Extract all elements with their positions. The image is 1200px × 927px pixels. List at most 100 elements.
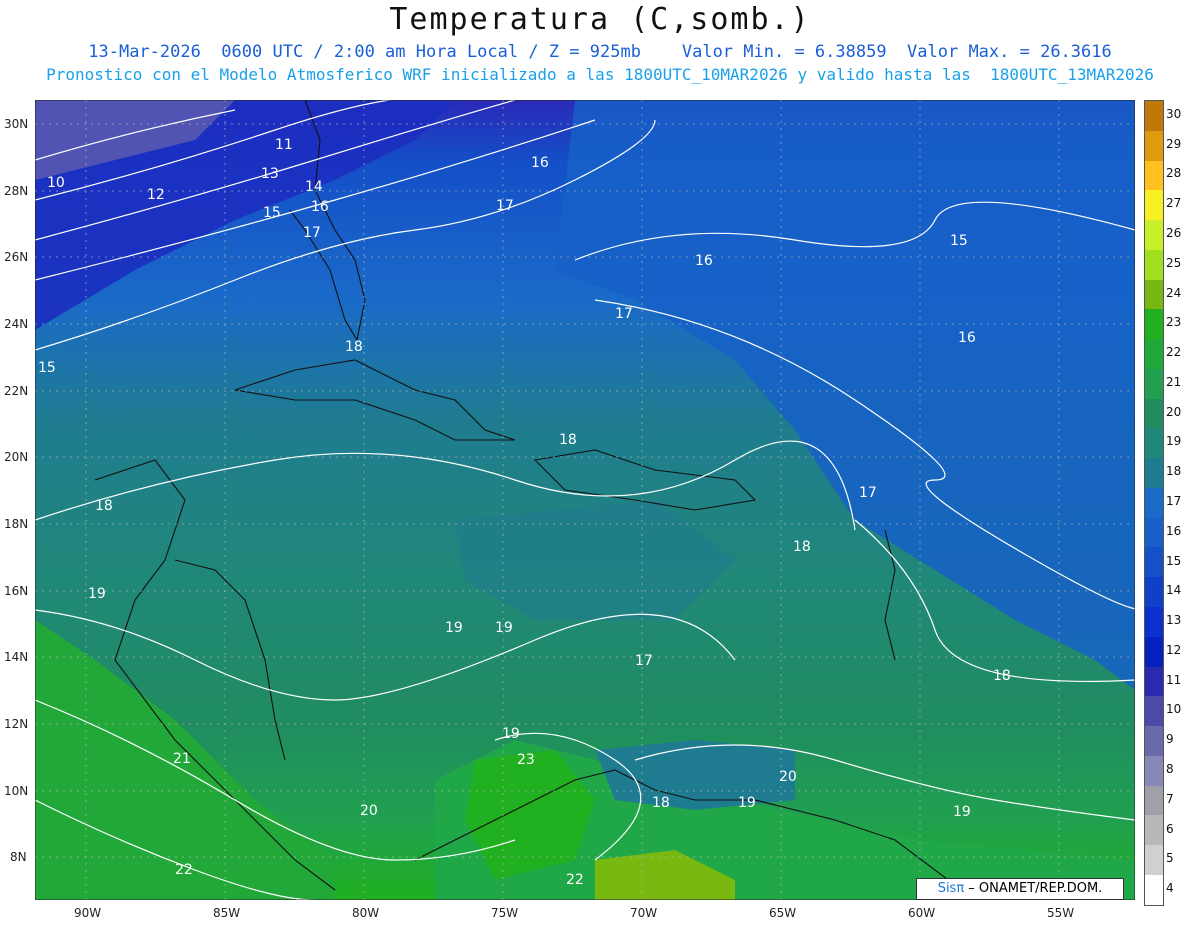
colorbar-swatch [1145,755,1163,786]
colorbar-level-label: 18 [1166,464,1182,479]
lat-label: 20N [4,450,29,464]
lon-label: 55W [1047,906,1075,920]
contour-label: 13 [261,166,279,182]
colorbar-swatch [1145,279,1163,310]
colorbar-swatch [1145,517,1163,548]
colorbar-level-label: 17 [1166,494,1182,508]
colorbar-level-label: 5 [1166,851,1174,866]
colorbar-swatch [1145,815,1163,846]
colorbar-level-label: 27 [1166,196,1182,211]
colorbar-level-label: 30 [1166,106,1182,121]
colorbar-swatch [1145,547,1163,578]
map-title: Temperatura (C,somb.) [389,2,811,37]
temperature-map: 10 11 12 13 14 15 16 17 15 16 17 16 15 1… [35,100,1135,900]
colorbar-level-label: 6 [1166,821,1174,836]
colorbar-level-label: 13 [1166,613,1182,628]
contour-label: 16 [311,199,329,215]
contour-label: 16 [695,253,713,269]
colorbar-level-label: 14 [1166,583,1182,598]
lon-label: 60W [908,906,936,920]
colorbar-level-label: 20 [1166,404,1182,419]
lat-label: 30N [4,117,29,131]
sis-logo-text: Sisπ [937,881,965,896]
contour-label: 18 [559,432,577,448]
lat-label: 28N [4,184,29,198]
contour-label: 15 [263,205,281,221]
contour-label: 17 [635,653,653,669]
colorbar-level-label: 16 [1166,523,1182,538]
contour-label: 23 [517,752,535,768]
subtitle-valid-time: 13-Mar-2026 0600 UTC / 2:00 am Hora Loca… [88,42,1112,62]
lat-label: 16N [4,584,29,598]
contour-label: 17 [496,198,514,214]
contour-label: 18 [652,795,670,811]
colorbar-swatch [1145,398,1163,429]
colorbar-swatch [1145,666,1163,697]
colorbar-level-label: 25 [1166,255,1182,270]
colorbar-swatch [1145,309,1163,340]
lon-label: 80W [352,906,380,920]
colorbar-labels: 30 29 28 27 26 25 24 23 22 21 20 19 18 17 16 15 14 13 12 11… [1166,100,1200,904]
lat-label: 8N [10,850,27,864]
contour-label: 19 [445,620,463,636]
colorbar-swatch [1145,160,1163,191]
contour-label: 15 [38,360,56,376]
colorbar-swatch [1145,487,1163,518]
colorbar-level-label: 7 [1166,791,1174,806]
colorbar-level-label: 8 [1166,762,1174,776]
colorbar-swatch [1145,696,1163,727]
contour-label: 17 [615,306,633,322]
lat-label: 18N [4,517,29,531]
contour-label: 20 [779,769,797,785]
contour-label: 19 [88,586,106,602]
lat-label: 14N [4,650,29,664]
colorbar-swatch [1145,368,1163,399]
lon-label: 70W [630,906,658,920]
contour-label: 19 [495,620,513,636]
lat-label: 22N [4,384,29,398]
colorbar-level-label: 23 [1166,315,1182,330]
contour-label: 10 [47,175,65,191]
contour-label: 19 [502,726,520,742]
contour-label: 21 [173,751,191,767]
lon-label: 75W [491,906,519,920]
contour-label: 20 [360,803,378,819]
contour-label: 15 [950,233,968,249]
credit-text: – ONAMET/REP.DOM. [964,881,1103,896]
colorbar-swatch [1145,726,1163,756]
contour-label: 17 [303,225,321,241]
contour-label: 11 [275,137,293,153]
subtitle-model-info: Pronostico con el Modelo Atmosferico WRF… [46,65,1154,84]
colorbar-swatch [1145,845,1163,875]
credit-logo: Sisπ – ONAMET/REP.DOM. [916,878,1124,900]
colorbar-swatch [1145,130,1163,161]
colorbar-swatch [1145,785,1163,816]
colorbar-swatch [1145,577,1163,608]
colorbar-level-label: 11 [1166,672,1182,687]
lon-label: 90W [74,906,102,920]
contour-label: 17 [859,485,877,501]
contour-label: 22 [175,862,193,878]
contour-label: 16 [531,155,549,171]
contour-label: 18 [793,539,811,555]
contour-label: 22 [566,872,584,888]
contour-label: 18 [95,498,113,514]
colorbar-swatch [1145,190,1163,221]
lat-label: 24N [4,317,29,331]
colorbar-level-label: 29 [1166,136,1182,151]
lon-label: 85W [213,906,241,920]
colorbar-swatch [1145,874,1163,905]
contour-label: 19 [738,795,756,811]
contour-label: 18 [345,339,363,355]
contour-label: 18 [993,668,1011,684]
colorbar-swatch [1145,428,1163,459]
colorbar-level-label: 19 [1166,434,1182,449]
colorbar-swatch [1145,249,1163,280]
colorbar-level-label: 21 [1166,374,1182,389]
colorbar-swatch [1145,458,1163,488]
colorbar-level-label: 24 [1166,285,1182,300]
colorbar [1144,100,1164,906]
lon-label: 65W [769,906,797,920]
colorbar-swatch [1145,636,1163,667]
colorbar-level-label: 9 [1166,732,1174,747]
